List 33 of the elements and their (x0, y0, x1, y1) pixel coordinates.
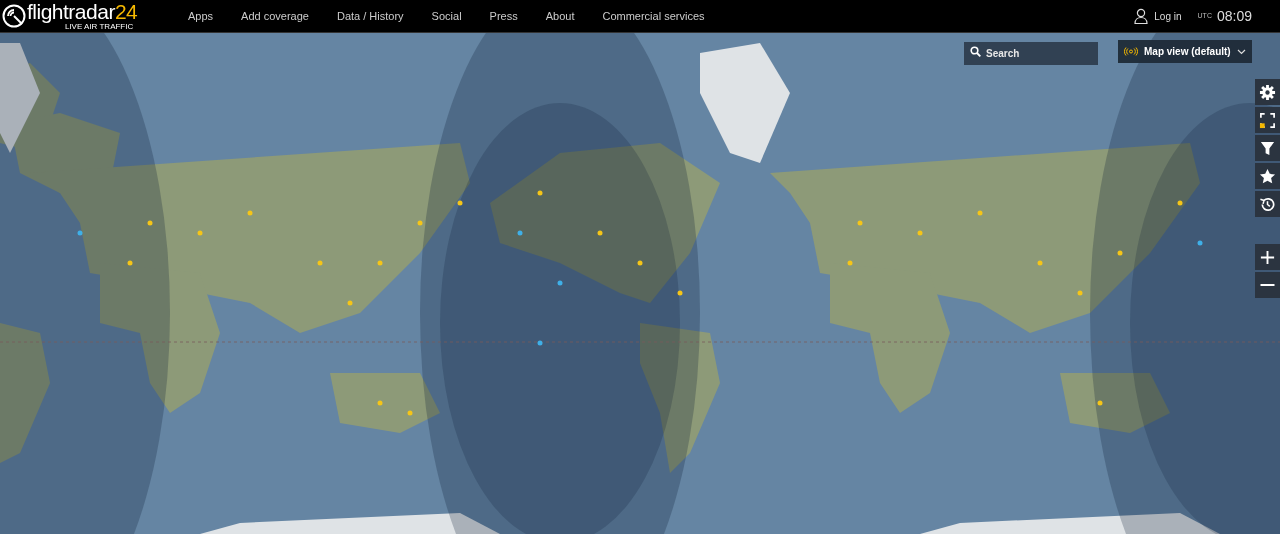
nav-link[interactable]: Add coverage (241, 7, 309, 25)
radar-logo-icon (2, 4, 26, 28)
tagline: LIVE AIR TRAFFIC (64, 21, 134, 31)
nav-link[interactable]: About (545, 7, 575, 25)
fullscreen-button[interactable] (1255, 107, 1280, 133)
filter-button[interactable] (1255, 135, 1280, 161)
settings-button[interactable] (1255, 79, 1280, 105)
history-icon (1259, 195, 1276, 213)
plus-icon (1259, 248, 1276, 266)
nav-link[interactable]: Commercial services (602, 7, 705, 25)
nav-link[interactable]: Press (489, 7, 518, 25)
chevron-down-icon (1237, 48, 1246, 55)
filter-icon (1259, 139, 1276, 157)
zoom-out-button[interactable] (1255, 272, 1280, 298)
search-field[interactable]: Search (964, 42, 1098, 65)
fullscreen-icon (1259, 111, 1276, 129)
favorites-button[interactable] (1255, 163, 1280, 189)
nav-link[interactable]: Data / History (336, 7, 404, 25)
zoom-in-button[interactable] (1255, 244, 1280, 270)
minus-icon (1260, 284, 1275, 286)
gear-icon (1259, 83, 1276, 101)
login-button[interactable]: Log in (1134, 8, 1182, 24)
map-view-dropdown[interactable]: Map view (default) (1118, 40, 1252, 63)
nav-link[interactable]: Social (431, 7, 462, 25)
world-map-drawing[interactable] (0, 33, 1280, 534)
star-icon (1259, 167, 1276, 185)
nav-link[interactable]: Apps (188, 7, 214, 25)
playback-button[interactable] (1255, 191, 1280, 217)
logo-text[interactable]: flightradar24 (27, 1, 138, 22)
clock-time: 08:09 (1216, 6, 1252, 26)
search-icon (970, 46, 981, 57)
user-icon (1134, 8, 1149, 24)
broadcast-icon (1124, 47, 1138, 56)
